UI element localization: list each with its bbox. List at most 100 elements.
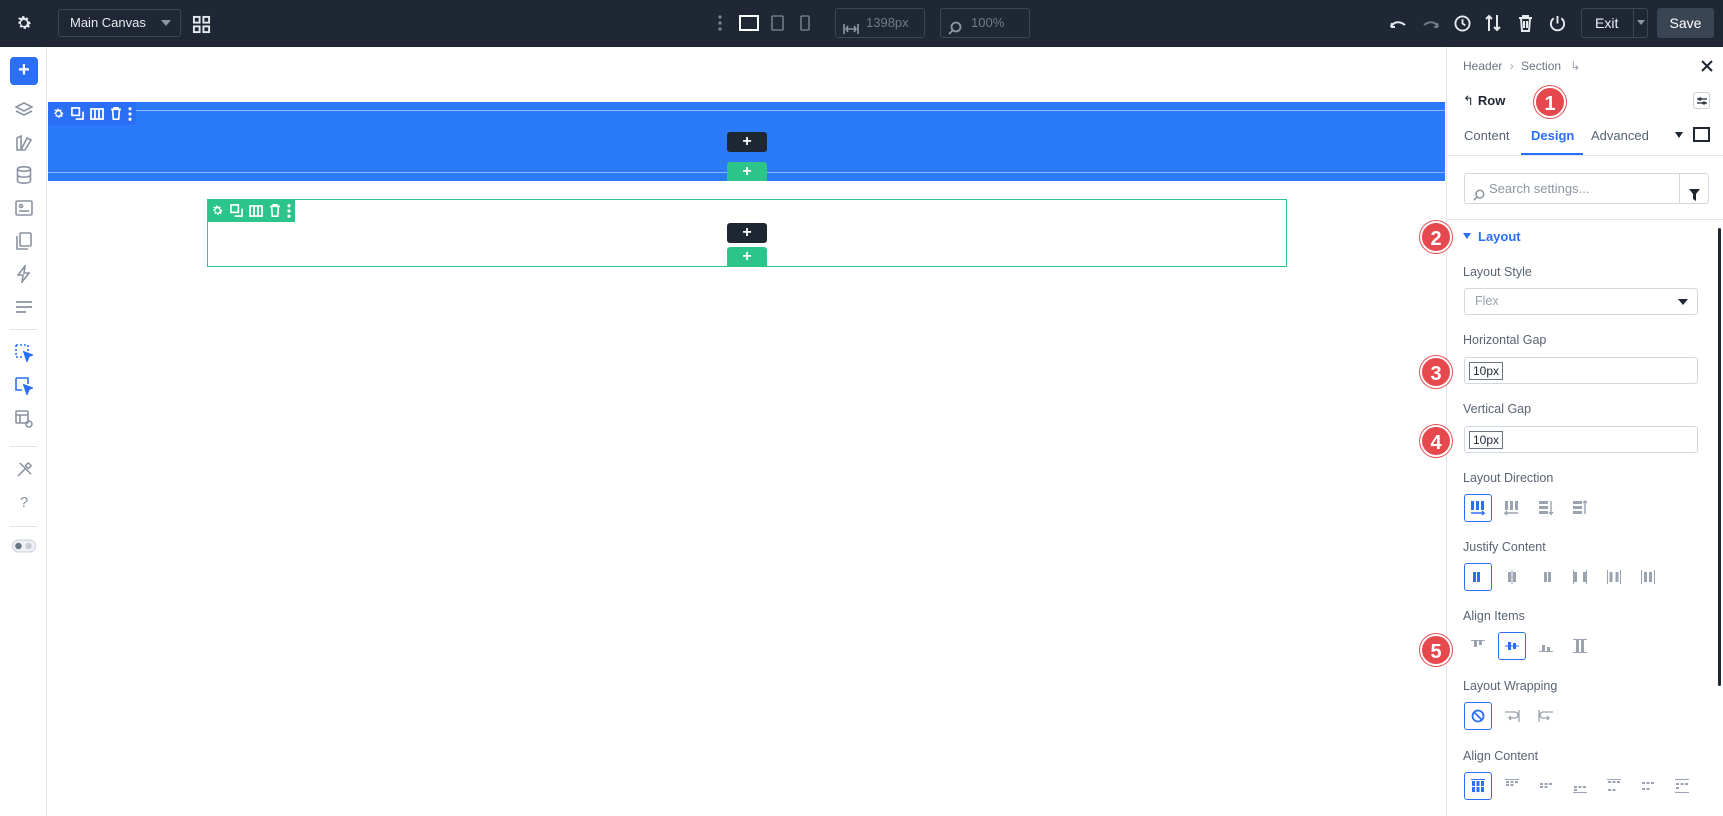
database-icon[interactable] [12, 163, 36, 187]
align-content-stretch-icon[interactable] [1464, 772, 1492, 800]
settings-gear-icon[interactable] [13, 12, 35, 34]
direction-row-reverse-icon[interactable] [1498, 494, 1526, 522]
layers-icon[interactable] [12, 98, 36, 122]
add-element-button[interactable]: + [10, 57, 38, 85]
align-end-icon[interactable] [1532, 632, 1560, 660]
direction-row-icon[interactable] [1464, 494, 1492, 522]
align-content-around-icon[interactable] [1634, 772, 1662, 800]
justify-end-icon[interactable] [1532, 563, 1560, 591]
vertical-gap-label: Vertical Gap [1463, 402, 1532, 416]
caret-down-icon [1463, 233, 1471, 239]
no-wrap-icon[interactable] [1464, 702, 1492, 730]
add-row-button[interactable]: + [727, 132, 767, 152]
justify-space-around-icon[interactable] [1600, 563, 1628, 591]
vertical-gap-input[interactable]: 10px [1464, 426, 1698, 453]
section-toolbar [48, 102, 136, 125]
justify-space-between-icon[interactable] [1566, 563, 1594, 591]
panel-scrollbar[interactable] [1718, 228, 1721, 686]
filter-icon[interactable] [1689, 182, 1700, 211]
grid-layout-icon[interactable] [190, 13, 212, 35]
save-button[interactable]: Save [1657, 8, 1714, 38]
columns-icon[interactable] [90, 107, 104, 120]
more-vertical-icon[interactable] [287, 203, 291, 218]
delete-trash-icon[interactable] [110, 107, 122, 120]
close-icon[interactable] [1701, 59, 1713, 77]
breadcrumb-header[interactable]: Header [1463, 59, 1502, 73]
layout-style-value: Flex [1475, 294, 1499, 308]
horizontal-gap-input[interactable]: 10px [1464, 357, 1698, 384]
back-arrow-icon[interactable]: ↰ [1463, 93, 1474, 108]
zoom-input[interactable]: 100% [940, 8, 1030, 38]
preset-settings-icon[interactable] [1693, 92, 1710, 109]
tab-dropdown-icon[interactable] [1675, 132, 1683, 138]
horizontal-gap-label: Horizontal Gap [1463, 333, 1547, 347]
add-section-below-button[interactable]: + [727, 162, 767, 181]
gear-icon[interactable] [52, 107, 65, 120]
tab-content[interactable]: Content [1464, 128, 1510, 143]
history-clock-icon[interactable] [1451, 12, 1473, 34]
more-vertical-icon[interactable] [128, 106, 132, 121]
justify-space-evenly-icon[interactable] [1634, 563, 1662, 591]
tab-advanced[interactable]: Advanced [1591, 128, 1649, 143]
main-canvas[interactable]: + + + + [48, 47, 1445, 816]
align-content-between-icon[interactable] [1600, 772, 1628, 800]
phone-view-icon[interactable] [796, 14, 814, 32]
exit-chevron-down-icon[interactable] [1637, 20, 1645, 25]
tab-design[interactable]: Design [1531, 128, 1574, 143]
tools-wrench-icon[interactable] [12, 457, 36, 481]
sidebar-divider [10, 446, 37, 447]
undo-icon[interactable] [1387, 13, 1409, 35]
add-module-button[interactable]: + [727, 223, 767, 243]
justify-start-icon[interactable] [1464, 563, 1492, 591]
cursor-select-icon[interactable] [12, 341, 36, 365]
trash-icon[interactable] [1514, 12, 1536, 34]
gear-icon[interactable] [211, 204, 224, 217]
redo-icon[interactable] [1420, 13, 1442, 35]
power-icon[interactable] [1546, 12, 1568, 34]
align-content-evenly-icon[interactable] [1668, 772, 1696, 800]
wrap-reverse-icon[interactable] [1532, 702, 1560, 730]
delete-trash-icon[interactable] [269, 204, 281, 217]
align-stretch-icon[interactable] [1566, 632, 1594, 660]
pages-copy-icon[interactable] [12, 229, 36, 253]
align-content-start-icon[interactable] [1498, 772, 1526, 800]
canvas-select[interactable]: Main Canvas [58, 9, 181, 37]
direction-column-icon[interactable] [1532, 494, 1560, 522]
layout-settings-icon[interactable] [12, 407, 36, 431]
template-card-icon[interactable] [12, 196, 36, 220]
toggle-switch-icon[interactable] [12, 534, 36, 558]
layout-style-select[interactable]: Flex [1464, 288, 1698, 315]
columns-icon[interactable] [249, 204, 263, 217]
layout-direction-label: Layout Direction [1463, 471, 1554, 485]
duplicate-icon[interactable] [230, 204, 243, 217]
search-settings-input[interactable]: Search settings... [1464, 173, 1709, 204]
tablet-view-icon[interactable] [768, 14, 786, 32]
help-question-icon[interactable]: ? [12, 490, 36, 514]
desktop-view-icon[interactable] [738, 14, 760, 32]
add-row-below-button[interactable]: + [727, 247, 767, 266]
list-lines-icon[interactable] [12, 295, 36, 319]
align-start-icon[interactable] [1464, 632, 1492, 660]
duplicate-icon[interactable] [71, 107, 84, 120]
align-content-center-icon[interactable] [1532, 772, 1560, 800]
layout-group-toggle[interactable]: Layout [1463, 229, 1521, 244]
breadcrumb-section[interactable]: Section [1521, 59, 1561, 73]
wrap-icon[interactable] [1498, 702, 1526, 730]
row-block[interactable]: + + [207, 199, 1287, 267]
brush-palette-icon[interactable] [12, 131, 36, 155]
lightning-icon[interactable] [12, 262, 36, 286]
exit-button[interactable]: Exit [1581, 8, 1648, 38]
justify-center-icon[interactable] [1498, 563, 1526, 591]
top-bar: Main Canvas 1398px 100% Exit Save [0, 0, 1723, 47]
vertical-gap-value: 10px [1469, 431, 1504, 449]
more-vertical-icon[interactable] [713, 13, 727, 33]
cursor-multiselect-icon[interactable] [12, 374, 36, 398]
direction-column-reverse-icon[interactable] [1566, 494, 1594, 522]
align-center-icon[interactable] [1498, 632, 1526, 660]
section-inner-line [48, 110, 1445, 111]
canvas-width-input[interactable]: 1398px [835, 8, 925, 38]
device-view-icon[interactable] [1693, 127, 1710, 142]
sort-arrows-icon[interactable] [1482, 12, 1504, 34]
align-content-end-icon[interactable] [1566, 772, 1594, 800]
section-block[interactable]: + + [48, 102, 1445, 181]
